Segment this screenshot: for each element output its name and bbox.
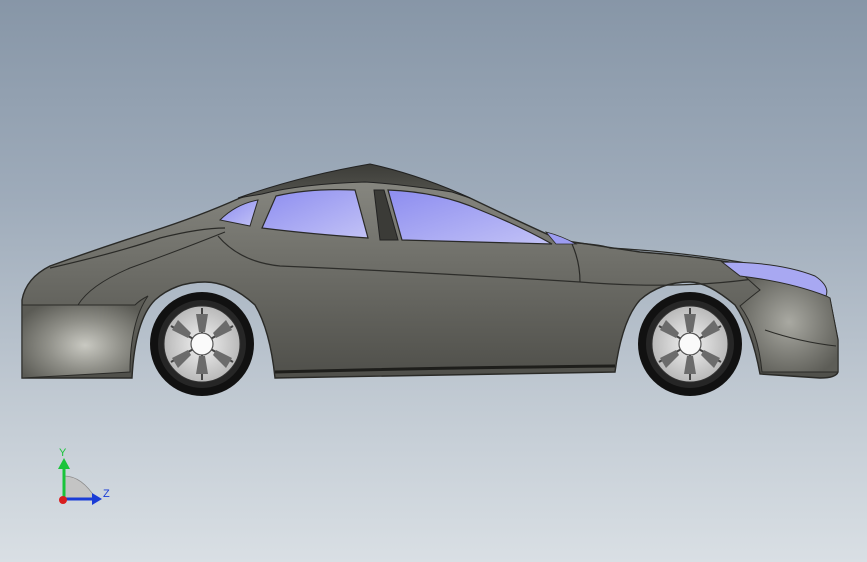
front-wheel [638, 292, 742, 396]
3d-viewport[interactable]: Y Z [0, 0, 867, 562]
rear-wheel [150, 292, 254, 396]
car-model[interactable] [0, 0, 867, 562]
